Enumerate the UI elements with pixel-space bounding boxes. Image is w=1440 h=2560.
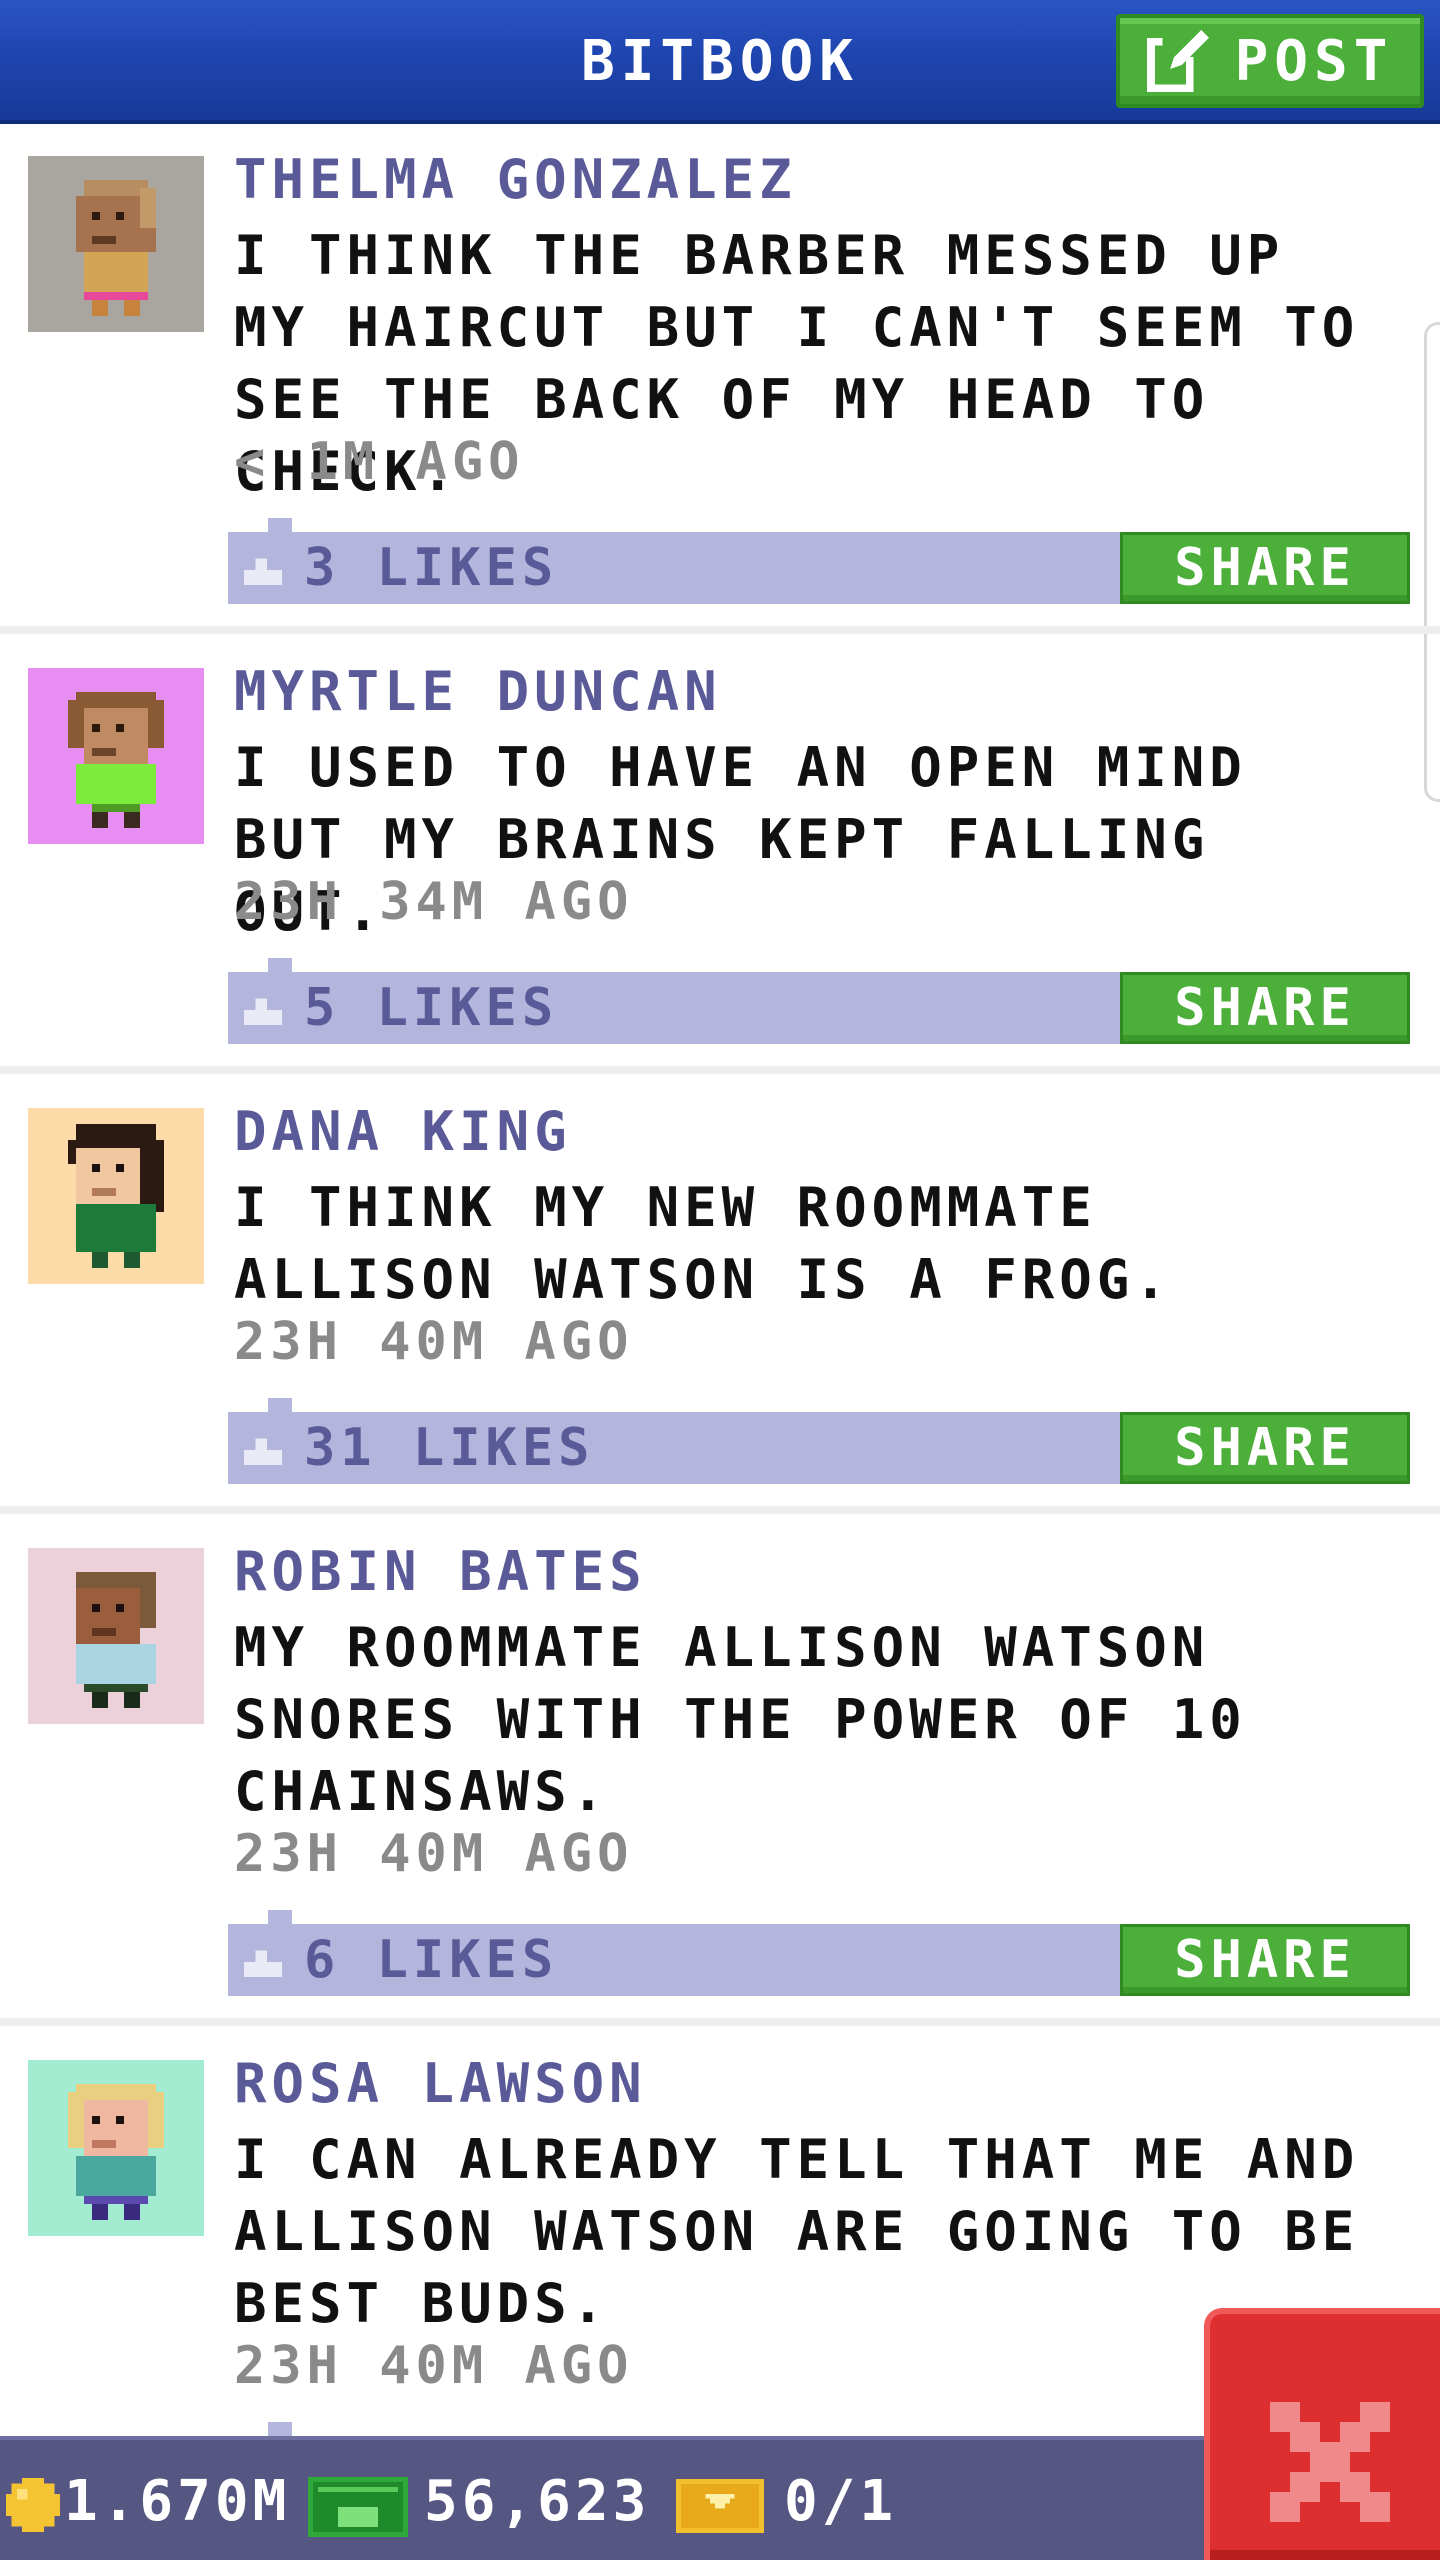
coin-icon: [6, 2478, 60, 2532]
coins-amount: 1.670M: [64, 2469, 291, 2534]
avatar[interactable]: [28, 1108, 204, 1284]
divider: [0, 2018, 1440, 2026]
thumbs-up-icon[interactable]: [244, 554, 282, 586]
avatar[interactable]: [28, 156, 204, 332]
app-header: BITBOOK POST: [0, 0, 1440, 124]
avatar-image: [28, 668, 204, 844]
like-bar: 6 LIKES SHARE: [228, 1910, 1410, 1996]
likes-count[interactable]: 5 LIKES: [304, 972, 558, 1044]
divider: [0, 626, 1440, 634]
thumbs-up-icon[interactable]: [244, 994, 282, 1026]
tickets-amount: 0/1: [784, 2469, 898, 2534]
like-bar-tab: [268, 518, 292, 532]
close-button[interactable]: [1204, 2308, 1440, 2560]
avatar[interactable]: [28, 2060, 204, 2236]
like-bar-tab: [268, 1398, 292, 1412]
avatar-image: [28, 1548, 204, 1724]
like-bar-tab: [268, 1910, 292, 1924]
avatar-image: [28, 1108, 204, 1284]
avatar[interactable]: [28, 668, 204, 844]
likes-count[interactable]: 3 LIKES: [304, 532, 558, 604]
avatar-image: [28, 2060, 204, 2236]
share-button[interactable]: SHARE: [1120, 972, 1410, 1044]
thumbs-up-icon[interactable]: [244, 1946, 282, 1978]
compose-icon: [1146, 30, 1209, 92]
post-author[interactable]: DANA KING: [234, 1100, 572, 1163]
bux-amount: 56,623: [424, 2469, 651, 2534]
post-button[interactable]: POST: [1116, 14, 1424, 108]
post-text: MY ROOMMATE ALLISON WATSON SNORES WITH T…: [234, 1616, 1247, 1823]
scrollbar[interactable]: [1424, 322, 1440, 802]
post-author[interactable]: MYRTLE DUNCAN: [234, 660, 722, 723]
divider: [0, 1066, 1440, 1074]
likes-count[interactable]: 6 LIKES: [304, 1924, 558, 1996]
like-bar: 3 LIKES SHARE: [228, 518, 1410, 604]
share-button[interactable]: SHARE: [1120, 1924, 1410, 1996]
post-author[interactable]: THELMA GONZALEZ: [234, 148, 797, 211]
ticket-icon: [676, 2479, 764, 2533]
post-timestamp: 23H 40M AGO: [234, 1824, 634, 1884]
close-icon: [1270, 2402, 1390, 2522]
share-button[interactable]: SHARE: [1120, 1412, 1410, 1484]
post-timestamp: < 1M AGO: [234, 432, 525, 492]
bux-icon: [308, 2477, 408, 2537]
avatar-image: [28, 156, 204, 332]
divider: [0, 1506, 1440, 1514]
post-button-label: POST: [1234, 28, 1394, 94]
like-bar-tab: [268, 2422, 292, 2436]
avatar[interactable]: [28, 1548, 204, 1724]
post-timestamp: 23H 40M AGO: [234, 1312, 634, 1372]
like-bar-tab: [268, 958, 292, 972]
post-author[interactable]: ROBIN BATES: [234, 1540, 647, 1603]
post-author[interactable]: ROSA LAWSON: [234, 2052, 647, 2115]
likes-count[interactable]: 31 LIKES: [304, 1412, 594, 1484]
like-bar: 5 LIKES SHARE: [228, 958, 1410, 1044]
post-timestamp: 23H 40M AGO: [234, 2336, 634, 2396]
post-text: I THINK MY NEW ROOMMATE ALLISON WATSON I…: [234, 1176, 1172, 1311]
post-timestamp: 23H 34M AGO: [234, 872, 634, 932]
like-bar: 31 LIKES SHARE: [228, 1398, 1410, 1484]
share-button[interactable]: SHARE: [1120, 532, 1410, 604]
thumbs-up-icon[interactable]: [244, 1434, 282, 1466]
